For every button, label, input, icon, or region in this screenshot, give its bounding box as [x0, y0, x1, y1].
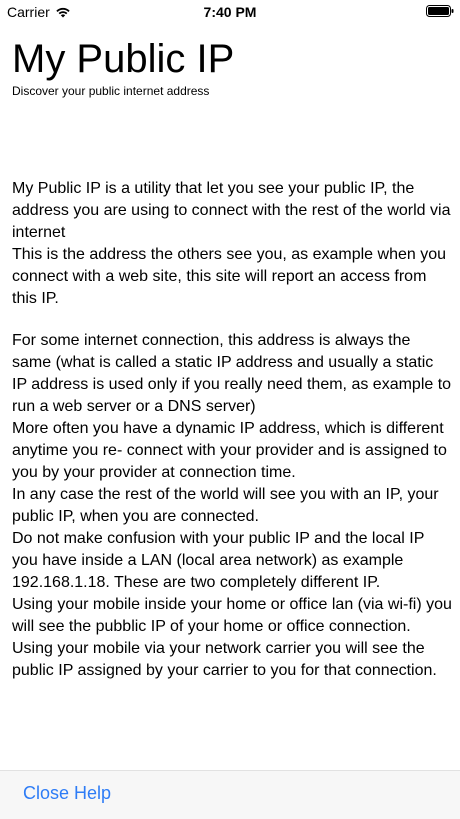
page-title: My Public IP: [12, 37, 235, 81]
page-subtitle: Discover your public internet address: [12, 84, 210, 98]
close-help-button[interactable]: Close Help: [23, 783, 111, 804]
help-line: My Public IP is a utility that let you s…: [12, 180, 451, 241]
help-line: Using your mobile inside your home or of…: [12, 596, 452, 635]
help-line: For some internet connection, this addre…: [12, 332, 452, 415]
help-line: Do not make confusion with your public I…: [12, 530, 425, 591]
help-line: This is the address the others see you, …: [12, 246, 447, 307]
help-line: More often you have a dynamic IP address…: [12, 420, 447, 481]
help-line: In any case the rest of the world will s…: [12, 486, 439, 525]
toolbar: Close Help: [0, 770, 460, 819]
help-text: My Public IP is a utility that let you s…: [12, 178, 452, 682]
help-line: Using your mobile via your network carri…: [12, 640, 437, 679]
battery-icon: [426, 5, 454, 17]
header: My Public IP Discover your public intern…: [12, 36, 234, 99]
status-time: 7:40 PM: [203, 4, 257, 20]
status-bar: Carrier 7:40 PM: [0, 0, 460, 24]
